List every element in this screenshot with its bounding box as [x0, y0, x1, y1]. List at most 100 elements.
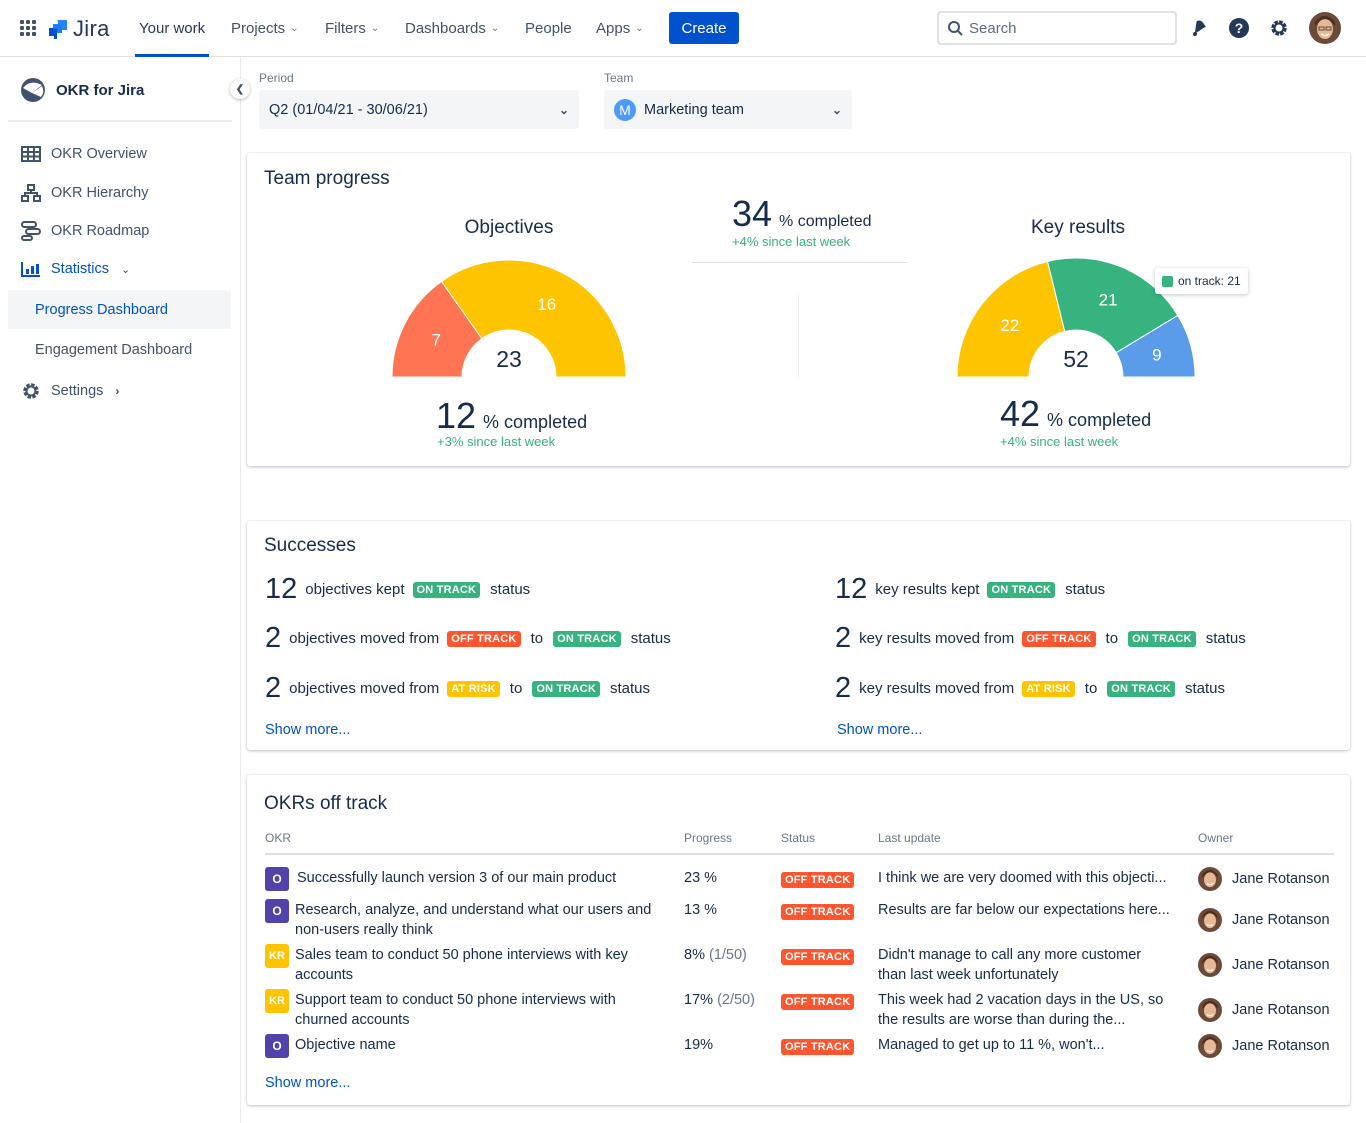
nav-apps[interactable]: Apps ⌄: [596, 0, 644, 57]
owner[interactable]: Jane Rotanson: [1198, 1034, 1330, 1058]
period-select[interactable]: Q2 (01/04/21 - 30/06/21) ⌄: [259, 90, 579, 129]
column-header-okr[interactable]: OKR: [265, 831, 291, 845]
notifications-icon[interactable]: [1187, 16, 1211, 40]
progress-detail: (2/50): [717, 992, 755, 1008]
create-button[interactable]: Create: [669, 12, 739, 44]
okr-name[interactable]: Support team to conduct 50 phone intervi…: [295, 990, 665, 1030]
status-lozenge: ON TRACK: [987, 581, 1056, 598]
status-lozenge: AT RISK: [447, 680, 500, 697]
column-header-owner[interactable]: Owner: [1198, 831, 1233, 845]
success-to-word: to: [509, 680, 523, 697]
success-status-word: status: [1184, 680, 1225, 697]
status-lozenge: ON TRACK: [412, 581, 481, 598]
search-input[interactable]: [969, 19, 1149, 37]
success-count: 12: [265, 573, 298, 605]
search-box[interactable]: [937, 11, 1177, 45]
okr-name-line: non-users really think: [295, 922, 433, 938]
success-item: 2 key results moved from OFF TRACK to ON TRA…: [835, 622, 1246, 655]
nav-your-work[interactable]: Your work: [134, 0, 210, 57]
progress-value: 13 %: [684, 902, 718, 918]
chevron-down-icon: ⌄: [370, 23, 380, 34]
success-text: key results moved from: [859, 630, 1015, 647]
top-navigation: Jira Your work Projects ⌄ Filters ⌄ Dashbo…: [0, 0, 1366, 57]
column-header-status[interactable]: Status: [781, 831, 815, 845]
settings-icon[interactable]: [1267, 16, 1291, 40]
sidebar-item-progress-dashboard[interactable]: Progress Dashboard: [8, 290, 231, 329]
last-update-line: the results are worse than during the...: [878, 1012, 1126, 1028]
product-name: Jira: [73, 16, 110, 41]
status-lozenge: OFF TRACK: [781, 1039, 855, 1055]
owner[interactable]: Jane Rotanson: [1198, 908, 1330, 932]
success-status-word: status: [490, 581, 531, 598]
okr-name[interactable]: Objective name: [295, 1035, 665, 1055]
card-title: Successes: [264, 535, 356, 556]
key-results-since: +4% since last week: [1000, 434, 1119, 449]
sidebar-item-label: OKR Hierarchy: [51, 185, 149, 201]
show-more-off-track-link[interactable]: Show more...: [265, 1075, 350, 1091]
progress-value: 19%: [684, 1037, 714, 1053]
okr-name[interactable]: Sales team to conduct 50 phone interview…: [295, 945, 665, 985]
last-update-line: Results are far below our expectations h…: [878, 902, 1170, 918]
owner-avatar: [1198, 953, 1222, 977]
column-header-progress[interactable]: Progress: [684, 831, 732, 845]
sidebar-item-label: Statistics: [51, 261, 110, 277]
sidebar-item-okr-hierarchy[interactable]: OKR Hierarchy: [21, 184, 149, 202]
app-switcher-icon[interactable]: [20, 20, 36, 36]
period-value: Q2 (01/04/21 - 30/06/21): [269, 101, 428, 118]
objectives-gauge[interactable]: 7 16 23: [389, 255, 629, 380]
okr-type-badge: KR: [265, 944, 289, 968]
last-update: This week had 2 vacation days in the US,…: [878, 990, 1188, 1030]
column-header-last-update[interactable]: Last update: [878, 831, 941, 845]
success-to-word: to: [1084, 680, 1098, 697]
nav-dashboards[interactable]: Dashboards ⌄: [405, 0, 499, 57]
objectives-percent: 12: [436, 395, 477, 436]
collapse-sidebar-button[interactable]: ❮: [230, 79, 250, 99]
gauge-segment-label: 22: [1000, 316, 1019, 335]
nav-people[interactable]: People: [525, 0, 572, 57]
last-update: Didn't manage to call any more customer t…: [878, 945, 1188, 985]
user-avatar[interactable]: [1309, 12, 1341, 44]
jira-logo[interactable]: Jira: [49, 16, 110, 42]
last-update-line: I think we are very doomed with this obj…: [878, 870, 1167, 886]
progress-detail: (1/50): [709, 947, 747, 963]
status-lozenge: ON TRACK: [1128, 630, 1196, 647]
nav-filters[interactable]: Filters ⌄: [325, 0, 379, 57]
owner[interactable]: Jane Rotanson: [1198, 953, 1330, 977]
completed-label: % completed: [779, 213, 872, 230]
sidebar-item-label: OKR Overview: [51, 146, 147, 162]
okr-name[interactable]: Successfully launch version 3 of our mai…: [297, 868, 667, 888]
last-update: Results are far below our expectations h…: [878, 900, 1188, 920]
vertical-divider: [798, 295, 799, 377]
svg-text:?: ?: [1235, 20, 1244, 36]
owner[interactable]: Jane Rotanson: [1198, 998, 1330, 1022]
status-lozenge: ON TRACK: [1107, 680, 1175, 697]
okr-progress: 8% (1/50): [684, 945, 747, 965]
hierarchy-icon: [21, 184, 41, 202]
tooltip-text: on track: 21: [1178, 274, 1241, 288]
okr-name[interactable]: Research, analyze, and understand what o…: [295, 900, 665, 940]
status-lozenge: OFF TRACK: [781, 872, 855, 888]
gauge-segment-label: 7: [431, 330, 440, 349]
card-title: Team progress: [264, 168, 390, 189]
success-to-word: to: [1105, 630, 1119, 647]
show-more-key-results-link[interactable]: Show more...: [837, 722, 922, 738]
sidebar-header[interactable]: OKR for Jira: [20, 77, 144, 103]
overall-since: +4% since last week: [732, 234, 851, 249]
sidebar: OKR for Jira ❮ OKR Overview OKR Hierarch…: [0, 57, 250, 1123]
sidebar-item-okr-roadmap[interactable]: OKR Roadmap: [21, 221, 149, 241]
table-header-divider: [265, 853, 1334, 855]
gauge-segment-at-risk[interactable]: [440, 259, 627, 378]
sidebar-item-statistics[interactable]: Statistics ⌄: [21, 261, 130, 277]
okrs-off-track-card: OKRs off track: [247, 775, 1350, 1105]
nav-projects[interactable]: Projects ⌄: [231, 0, 299, 57]
success-status-word: status: [609, 680, 650, 697]
sidebar-item-settings[interactable]: Settings ›: [21, 381, 119, 401]
owner[interactable]: Jane Rotanson: [1198, 867, 1330, 891]
sidebar-item-okr-overview[interactable]: OKR Overview: [21, 146, 147, 162]
search-icon: [948, 21, 963, 36]
team-select[interactable]: M Marketing team ⌄: [604, 90, 852, 129]
sidebar-item-engagement-dashboard[interactable]: Engagement Dashboard: [8, 330, 231, 369]
help-icon[interactable]: ?: [1227, 16, 1251, 40]
chevron-left-icon: ❮: [235, 83, 245, 95]
show-more-objectives-link[interactable]: Show more...: [265, 722, 350, 738]
